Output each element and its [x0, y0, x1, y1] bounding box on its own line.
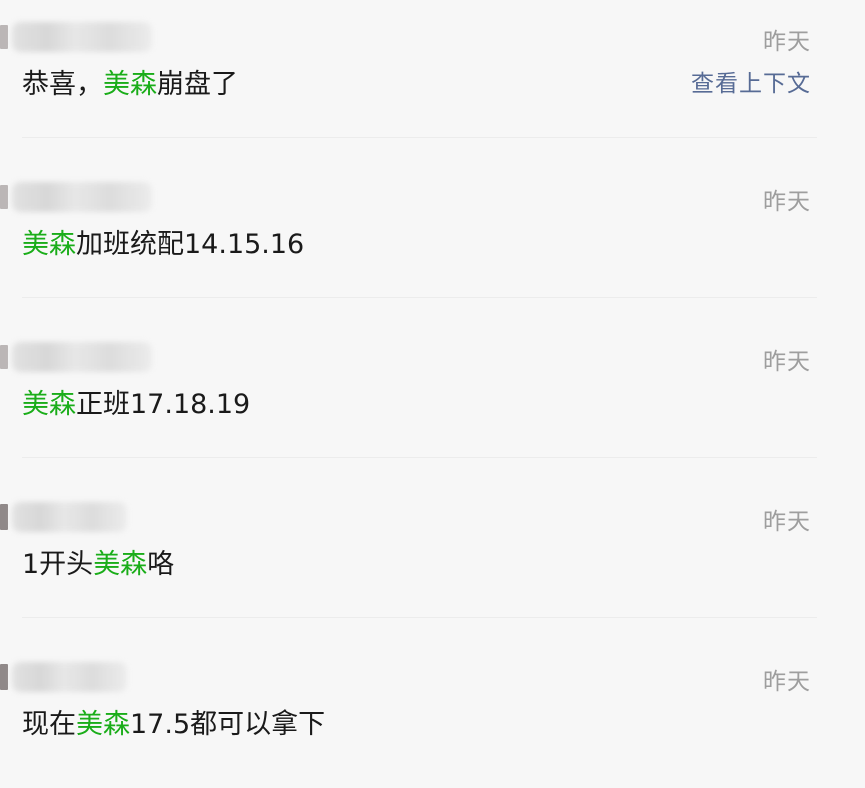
message-segment: 1开头 [22, 549, 94, 580]
search-result-item[interactable]: 昨天 现在美森17.5都可以拿下 [0, 640, 865, 788]
message-text: 恭喜，美森崩盘了 [22, 62, 238, 101]
keyword-highlight: 美森 [93, 549, 148, 580]
sender-name-blurred [12, 342, 152, 372]
message-text: 美森正班17.18.19 [22, 382, 250, 421]
avatar[interactable] [0, 664, 8, 690]
divider [22, 457, 817, 458]
keyword-highlight: 美森 [22, 389, 76, 420]
sender-name-blurred [12, 502, 127, 532]
message-time: 昨天 [763, 669, 811, 695]
keyword-highlight: 美森 [103, 69, 157, 100]
divider [22, 617, 817, 618]
message-segment: 咯 [147, 549, 175, 580]
message-segment: 崩盘了 [157, 69, 238, 100]
keyword-highlight: 美森 [22, 229, 76, 260]
divider [22, 137, 817, 138]
sender-name-blurred [12, 22, 152, 52]
search-result-item[interactable]: 昨天 美森正班17.18.19 [0, 320, 865, 480]
keyword-highlight: 美森 [76, 709, 130, 740]
message-segment: 恭喜， [22, 69, 103, 100]
message-text: 现在美森17.5都可以拿下 [22, 702, 325, 741]
view-context-link[interactable]: 查看上下文 [691, 64, 811, 98]
search-result-item[interactable]: 昨天 1开头美森咯 [0, 480, 865, 640]
message-text: 美森加班统配14.15.16 [22, 222, 304, 261]
sender-name-blurred [12, 662, 127, 692]
message-segment: 17.5都可以拿下 [130, 709, 326, 740]
message-segment: 加班统配14.15.16 [76, 229, 305, 260]
message-time: 昨天 [763, 509, 811, 535]
message-segment: 正班17.18.19 [76, 389, 251, 420]
search-result-list: 昨天 查看上下文 恭喜，美森崩盘了 昨天 美森加班统配14.15.16 昨天 美… [0, 0, 865, 788]
message-segment: 现在 [22, 709, 76, 740]
message-time: 昨天 [763, 29, 811, 55]
sender-name-blurred [12, 182, 152, 212]
avatar[interactable] [0, 185, 8, 209]
search-result-item[interactable]: 昨天 美森加班统配14.15.16 [0, 160, 865, 320]
avatar[interactable] [0, 504, 8, 530]
message-text: 1开头美森咯 [22, 542, 174, 581]
message-time: 昨天 [763, 189, 811, 215]
avatar[interactable] [0, 345, 8, 369]
avatar[interactable] [0, 25, 8, 49]
message-time: 昨天 [763, 349, 811, 375]
search-result-item[interactable]: 昨天 查看上下文 恭喜，美森崩盘了 [0, 0, 865, 160]
divider [22, 297, 817, 298]
